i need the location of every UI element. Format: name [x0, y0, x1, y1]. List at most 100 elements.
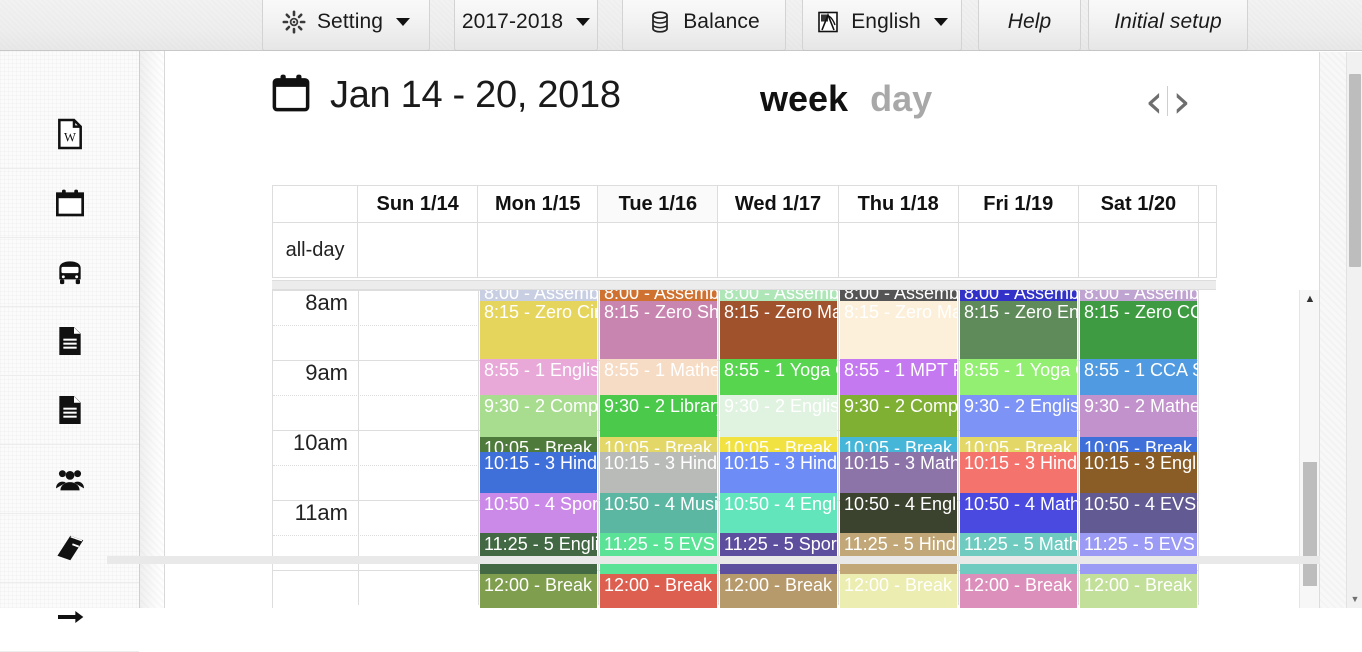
day-header-fri: Fri 1/19 — [957, 185, 1079, 223]
calendar-event[interactable]: 11:25 - 5 Hindi — [840, 533, 957, 574]
calendar-event[interactable]: 11:25 - 5 Mathematics — [960, 533, 1077, 574]
all-day-cell-thu[interactable] — [837, 222, 959, 278]
gear-icon — [282, 10, 306, 34]
calendar-event[interactable]: 12:00 - Break — [480, 574, 597, 608]
calendar-event[interactable]: 8:55 - 1 MPT Room — [840, 359, 957, 395]
calendar-event[interactable]: 11:25 - 5 EVS — [1080, 533, 1197, 574]
calendar-event[interactable]: 10:50 - 4 EVS — [1080, 493, 1197, 533]
calendar-icon — [54, 187, 86, 219]
flag-icon — [816, 10, 840, 34]
toolbar-button-label: Initial setup — [1114, 10, 1222, 33]
toolbar-button-school-year[interactable]: 2017-2018 — [454, 0, 598, 51]
sidebar-item-next[interactable] — [0, 583, 139, 652]
calendar-event[interactable]: 8:55 - 1 Mathematics — [600, 359, 717, 395]
sidebar-item-word-document[interactable]: W — [0, 100, 139, 169]
calendar-event[interactable]: 10:15 - 3 Hindi — [960, 452, 1077, 493]
calendar-event[interactable]: 9:30 - 2 Computer — [480, 395, 597, 437]
all-day-cell-sun[interactable] — [357, 222, 479, 278]
calendar-event[interactable]: 12:00 - Break — [600, 574, 717, 608]
calendar-event[interactable]: 8:00 - Assembly — [960, 290, 1077, 301]
calendar-event[interactable]: 8:15 - Zero CCA — [1080, 301, 1197, 359]
calendar-event[interactable]: 9:30 - 2 English — [960, 395, 1077, 437]
sidebar-item-calendar[interactable] — [0, 169, 139, 238]
calendar-event[interactable]: 8:55 - 1 Yoga Camp — [720, 359, 837, 395]
calendar-event[interactable]: 12:00 - Break — [840, 574, 957, 608]
bus-icon — [54, 256, 86, 288]
calendar-event[interactable]: 10:05 - Break — [600, 437, 717, 452]
all-day-gutter — [1197, 222, 1218, 278]
calendar-event[interactable]: 10:50 - 4 Music — [600, 493, 717, 533]
document-icon — [54, 394, 86, 426]
next-week-button[interactable]: › — [1172, 78, 1190, 124]
calendar-icon — [270, 72, 312, 119]
calendar-event[interactable]: 10:05 - Break — [480, 437, 597, 452]
calendar-event[interactable]: 8:15 - Zero Mantra — [720, 301, 837, 359]
calendar-event[interactable]: 8:00 - Assembly — [1080, 290, 1197, 301]
calendar-event[interactable]: 8:15 - Zero Circle — [480, 301, 597, 359]
calendar-event[interactable]: 10:50 - 4 Mathematics — [960, 493, 1077, 533]
calendar-event[interactable]: 10:05 - Break — [840, 437, 957, 452]
calendar-event[interactable]: 10:50 - 4 English — [840, 493, 957, 533]
calendar-event[interactable]: 8:00 - Assembly — [720, 290, 837, 301]
calendar-event[interactable]: 12:00 - Break — [960, 574, 1077, 608]
calendar-event[interactable]: 10:15 - 3 Hindi — [600, 452, 717, 493]
calendar-event[interactable]: 8:55 - 1 English — [480, 359, 597, 395]
calendar-event[interactable]: 11:25 - 5 English — [480, 533, 597, 574]
calendar-event[interactable]: 8:55 - 1 Yoga Camp — [960, 359, 1077, 395]
calendar-event[interactable]: 9:30 - 2 Mathematics — [1080, 395, 1197, 437]
scrollbar-thumb[interactable] — [1303, 462, 1317, 586]
all-day-cell-sat[interactable] — [1077, 222, 1199, 278]
calendar-event[interactable]: 9:30 - 2 English — [720, 395, 837, 437]
calendar-event[interactable]: 8:00 - Assembly — [840, 290, 957, 301]
calendar-event[interactable]: 10:15 - 3 Hindi — [480, 452, 597, 493]
calendar-event[interactable]: 8:15 - Zero English — [960, 301, 1077, 359]
toolbar-button-initial-setup[interactable]: Initial setup — [1088, 0, 1248, 51]
all-day-cell-fri[interactable] — [957, 222, 1079, 278]
toolbar-button-balance[interactable]: Balance — [622, 0, 786, 51]
all-day-cell-wed[interactable] — [717, 222, 839, 278]
calendar-event[interactable]: 8:55 - 1 CCA Show — [1080, 359, 1197, 395]
calendar-event[interactable]: 10:15 - 3 English — [1080, 452, 1197, 493]
toolbar-button-help[interactable]: Help — [978, 0, 1081, 51]
calendar-event[interactable]: 8:15 - Zero Shloka — [600, 301, 717, 359]
toolbar-button-setting[interactable]: Setting — [262, 0, 430, 51]
window-scrollbar[interactable]: ▼ — [1346, 52, 1362, 608]
calendar-event[interactable]: 11:25 - 5 EVS — [600, 533, 717, 574]
scroll-up-arrow[interactable]: ▲ — [1300, 292, 1320, 306]
toolbar-button-language[interactable]: English — [802, 0, 962, 51]
calendar-event[interactable]: 12:00 - Break — [1080, 574, 1197, 608]
window-scroll-down-arrow[interactable]: ▼ — [1347, 594, 1362, 604]
prev-week-button[interactable]: ‹ — [1145, 78, 1163, 124]
calendar-event[interactable]: 10:15 - 3 Mathematics — [840, 452, 957, 493]
all-day-cell-tue[interactable] — [597, 222, 719, 278]
sidebar-item-library[interactable] — [0, 514, 139, 583]
calendar-event[interactable]: 12:00 - Break — [720, 574, 837, 608]
calendar-event[interactable]: 8:15 - Zero Mantra — [840, 301, 957, 359]
calendar-event[interactable]: 8:00 - Assembly — [480, 290, 597, 301]
calendar-event[interactable]: 8:00 - Assembly — [600, 290, 717, 301]
calendar-event[interactable]: 11:25 - 5 Sports — [720, 533, 837, 574]
calendar-event[interactable]: 10:50 - 4 Sports — [480, 493, 597, 533]
svg-text:W: W — [64, 130, 76, 144]
day-header-sun: Sun 1/14 — [357, 185, 479, 223]
sidebar-item-transport[interactable] — [0, 238, 139, 307]
sidebar-item-report-2[interactable] — [0, 376, 139, 445]
calendar-page: Jan 14 - 20, 2018 week day ‹ › Sun 1/14 Mo… — [165, 52, 1320, 608]
all-day-cell-mon[interactable] — [477, 222, 599, 278]
grid-divider — [272, 280, 1216, 290]
window-scrollbar-thumb[interactable] — [1349, 74, 1361, 267]
all-day-row: all-day — [271, 222, 1218, 278]
calendar-event[interactable]: 10:15 - 3 Hindi — [720, 452, 837, 493]
view-button-day[interactable]: day — [870, 78, 932, 120]
chevron-down-icon — [396, 18, 411, 26]
sidebar-item-report-1[interactable] — [0, 307, 139, 376]
calendar-event[interactable]: 9:30 - 2 Computer — [840, 395, 957, 437]
view-button-week[interactable]: week — [760, 78, 848, 120]
calendar-event[interactable]: 10:05 - Break — [960, 437, 1077, 452]
calendar-event[interactable]: 10:50 - 4 English — [720, 493, 837, 533]
calendar-event[interactable]: 9:30 - 2 Library — [600, 395, 717, 437]
calendar-event[interactable]: 10:05 - Break — [720, 437, 837, 452]
calendar-event[interactable]: 10:05 - Break — [1080, 437, 1197, 452]
sidebar-item-staff[interactable] — [0, 445, 139, 514]
sidebar-shadow — [140, 51, 165, 608]
